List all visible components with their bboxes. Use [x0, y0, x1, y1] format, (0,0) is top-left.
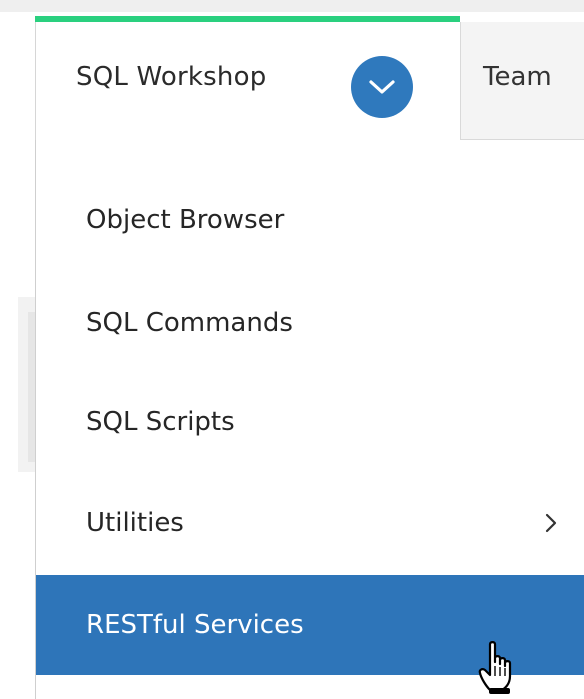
menu-toggle-button[interactable]: [351, 56, 413, 118]
chevron-right-icon: [545, 513, 557, 533]
page-top-bar: [0, 0, 584, 12]
menu-item-sql-commands[interactable]: SQL Commands: [36, 273, 584, 373]
active-tab-indicator: [35, 16, 460, 22]
tab-sql-workshop-label: SQL Workshop: [76, 62, 267, 92]
menu-item-label: Utilities: [86, 508, 184, 538]
chevron-down-icon: [369, 80, 395, 94]
menu-item-label: RESTful Services: [86, 610, 304, 640]
menu-item-object-browser[interactable]: Object Browser: [36, 170, 584, 270]
background-panel-edge: [28, 312, 35, 462]
app-screenshot: SQL Workshop Team Object Browser SQL Com…: [0, 0, 584, 699]
menu-item-label: SQL Commands: [86, 308, 293, 338]
menu-item-label: Object Browser: [86, 205, 285, 235]
menu-item-restful-services[interactable]: RESTful Services: [36, 575, 584, 675]
page-background-left: [0, 12, 35, 699]
menu-item-sql-scripts[interactable]: SQL Scripts: [36, 372, 584, 472]
sql-workshop-dropdown-menu: Object Browser SQL Commands SQL Scripts …: [35, 140, 584, 699]
tab-team-label: Team: [483, 62, 552, 92]
tab-team[interactable]: Team: [460, 22, 584, 140]
menu-item-utilities[interactable]: Utilities: [36, 473, 584, 573]
menu-item-label: SQL Scripts: [86, 407, 235, 437]
